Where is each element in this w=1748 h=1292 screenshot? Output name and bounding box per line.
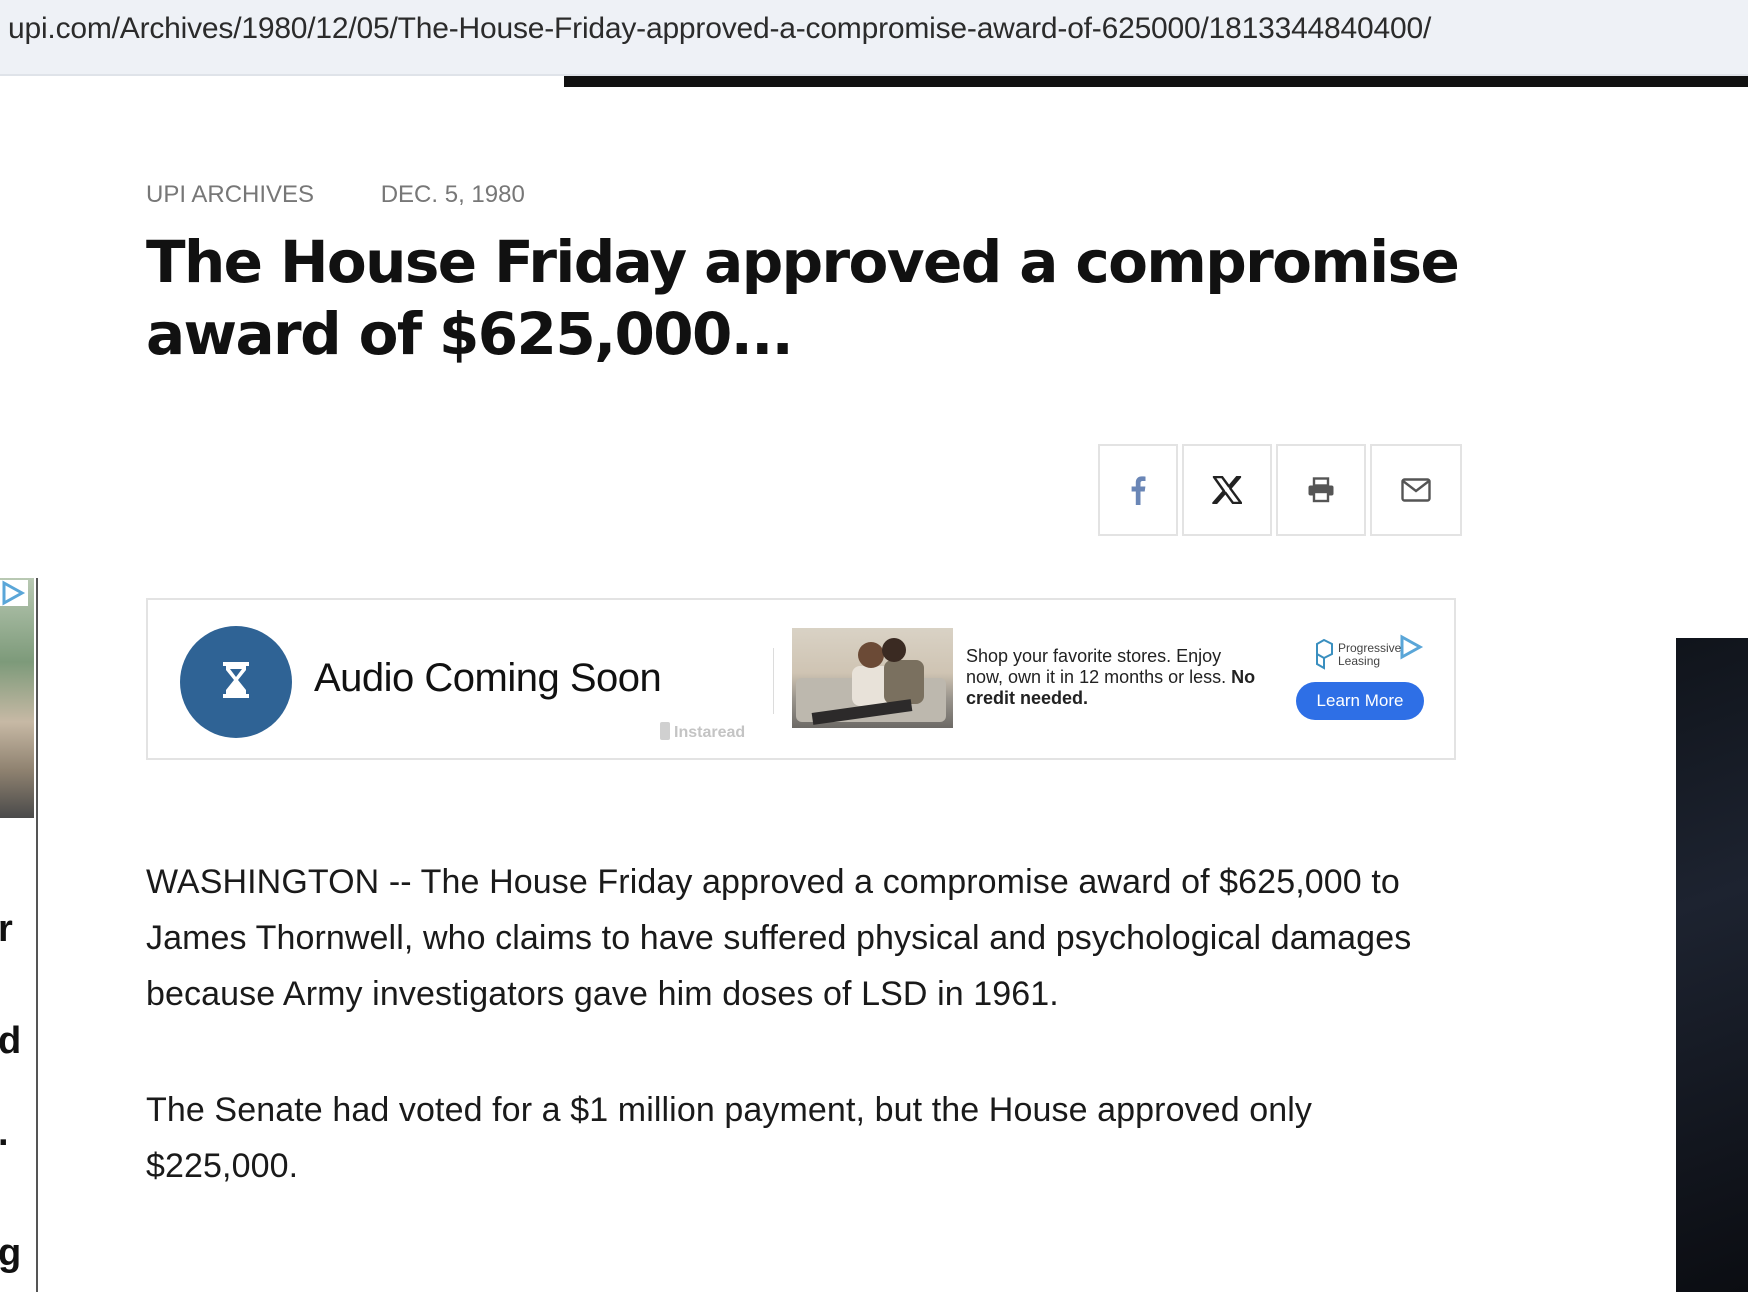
progressive-leasing-mark-icon — [1316, 638, 1333, 670]
left-ad-text-fragment: . — [0, 1112, 9, 1155]
ad-copy-regular: Shop your favorite stores. Enjoy now, ow… — [966, 646, 1227, 687]
email-share-button[interactable] — [1370, 444, 1462, 536]
facebook-share-button[interactable] — [1098, 444, 1178, 536]
article-meta: UPI ARCHIVES DEC. 5, 1980 — [146, 181, 525, 209]
article-headline: The House Friday approved a compromise a… — [146, 228, 1460, 368]
audio-status-title: Audio Coming Soon — [314, 656, 662, 700]
learn-more-button[interactable]: Learn More — [1296, 682, 1424, 720]
ad-copy[interactable]: Shop your favorite stores. Enjoy now, ow… — [966, 646, 1256, 709]
divider — [773, 648, 774, 714]
x-share-button[interactable] — [1182, 444, 1272, 536]
article-date: DEC. 5, 1980 — [380, 181, 525, 208]
adchoices-icon[interactable] — [0, 580, 28, 606]
email-icon — [1401, 478, 1431, 502]
audio-play-button[interactable] — [180, 626, 292, 738]
left-ad-text-fragment: d — [0, 1020, 22, 1062]
x-icon — [1212, 476, 1242, 504]
print-button[interactable] — [1276, 444, 1366, 536]
browser-address-bar[interactable]: upi.com/Archives/1980/12/05/The-House-Fr… — [0, 0, 1748, 76]
article-paragraph: The Senate had voted for a $1 million pa… — [146, 1091, 1313, 1185]
section-label[interactable]: UPI ARCHIVES — [146, 181, 314, 209]
top-banner-image — [564, 76, 1748, 87]
left-side-ad[interactable]: r d . g — [0, 578, 38, 1292]
instaread-icon — [660, 722, 670, 740]
left-ad-text-fragment: g — [0, 1232, 22, 1274]
left-ad-image — [0, 578, 34, 818]
audio-player-box: Audio Coming Soon Instaread Shop your fa… — [146, 598, 1456, 760]
ad-image[interactable] — [792, 628, 953, 728]
instaread-label: Instaread — [674, 724, 746, 741]
print-icon — [1307, 477, 1335, 503]
left-ad-text-fragment: r — [0, 908, 13, 950]
brand-line1: Progressive — [1338, 641, 1402, 655]
right-side-ad[interactable] — [1676, 638, 1748, 1292]
facebook-icon — [1130, 475, 1146, 505]
article-paragraph: WASHINGTON -- The House Friday approved … — [146, 863, 1412, 1013]
hourglass-icon — [221, 661, 251, 703]
instaread-brand[interactable]: Instaread — [660, 722, 745, 742]
brand-line2: Leasing — [1338, 654, 1381, 668]
url-text[interactable]: upi.com/Archives/1980/12/05/The-House-Fr… — [8, 12, 1431, 46]
adchoices-icon[interactable] — [1398, 634, 1424, 665]
